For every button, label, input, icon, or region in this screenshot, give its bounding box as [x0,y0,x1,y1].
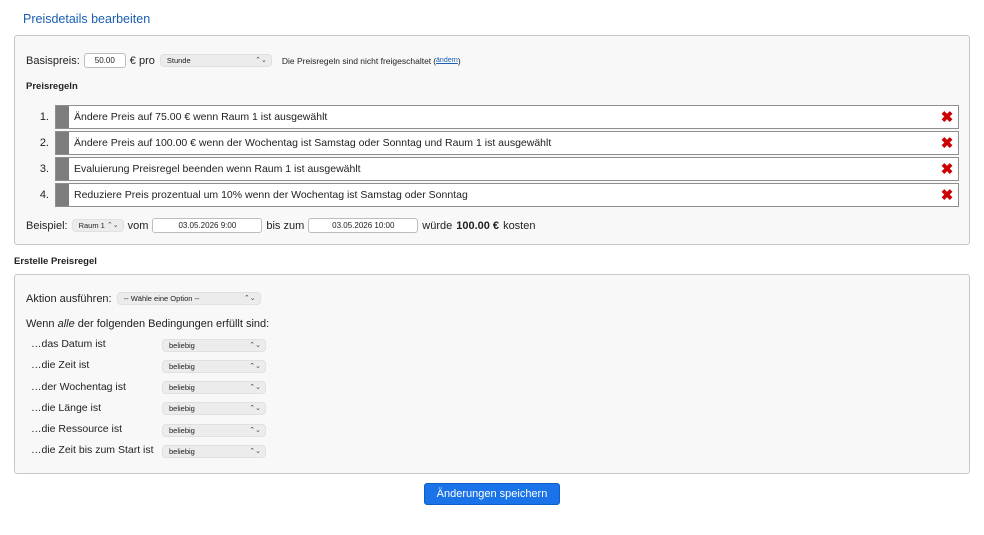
example-resource-select[interactable]: Raum 1 ⌃⌄ [71,219,124,232]
from-label: vom [127,219,149,232]
chevron-up-down-icon: ⌃⌄ [249,342,261,349]
condition-select-resource[interactable]: beliebig ⌃⌄ [162,424,266,437]
from-datetime-input[interactable]: 03.05.2026 9:00 [152,218,263,233]
rule-text: Ändere Preis auf 100.00 € wenn der Woche… [74,137,552,149]
period-select-value: Stunde [166,56,191,65]
base-price-label: Basispreis: [26,54,80,67]
example-resource-value: Raum 1 [78,221,105,230]
chevron-up-down-icon: ⌃⌄ [243,295,256,302]
rule-number: 4. [39,189,49,201]
rule-item[interactable]: Ändere Preis auf 100.00 € wenn der Woche… [55,131,959,155]
delete-rule-icon[interactable]: ✖ [936,158,958,180]
rule-item[interactable]: Ändere Preis auf 75.00 € wenn Raum 1 ist… [55,105,959,129]
rule-text: Ändere Preis auf 75.00 € wenn Raum 1 ist… [74,111,328,123]
condition-label-date: …das Datum ist [31,338,106,350]
change-rules-link[interactable]: ändern [436,57,458,64]
chevron-up-down-icon: ⌃⌄ [249,448,261,455]
example-row: Beispiel: Raum 1 ⌃⌄ vom 03.05.2026 9:00 … [26,218,535,233]
action-select[interactable]: -- Wähle eine Option -- ⌃⌄ [116,292,261,305]
rule-text: Reduziere Preis prozentual um 10% wenn d… [74,189,468,201]
condition-select-weekday[interactable]: beliebig ⌃⌄ [162,381,266,394]
chevron-up-down-icon: ⌃⌄ [249,405,261,412]
drag-handle-icon[interactable] [56,132,69,154]
condition-select-date[interactable]: beliebig ⌃⌄ [162,339,266,352]
rule-number: 2. [39,137,49,149]
rules-status-text: Die Preisregeln sind nicht freigeschalte… [281,55,432,66]
period-select[interactable]: Stunde ⌃⌄ [159,54,272,67]
base-price-unit: € pro [129,54,155,67]
to-label: bis zum [266,219,305,232]
result-suffix: kosten [503,219,536,232]
rules-section-title: Preisregeln [26,81,78,92]
condition-label-weekday: …der Wochentag ist [31,381,126,393]
chevron-up-down-icon: ⌃⌄ [106,222,119,229]
action-row: Aktion ausführen: -- Wähle eine Option -… [26,292,261,305]
save-changes-button[interactable]: Änderungen speichern [424,483,560,505]
drag-handle-icon[interactable] [56,184,69,206]
rule-number: 3. [39,163,49,175]
base-price-input[interactable]: 50.00 [83,53,126,68]
result-amount: 100.00 € [456,219,500,232]
chevron-up-down-icon: ⌃⌄ [249,427,261,434]
create-rule-panel: Aktion ausführen: -- Wähle eine Option -… [14,274,970,474]
chevron-up-down-icon: ⌃⌄ [249,384,261,391]
chevron-up-down-icon: ⌃⌄ [249,363,261,370]
result-prefix: würde [422,219,453,232]
rule-number: 1. [39,111,49,123]
action-select-value: -- Wähle eine Option -- [123,294,200,303]
condition-select-time-to-start[interactable]: beliebig ⌃⌄ [162,445,266,458]
condition-label-length: …die Länge ist [31,402,102,414]
action-label: Aktion ausführen: [26,292,112,305]
condition-label-time: …die Zeit ist [31,359,90,371]
base-price-row: Basispreis: 50.00 € pro Stunde ⌃⌄ Die Pr… [26,53,461,68]
condition-select-time[interactable]: beliebig ⌃⌄ [162,360,266,373]
condition-select-length[interactable]: beliebig ⌃⌄ [162,402,266,415]
delete-rule-icon[interactable]: ✖ [936,184,958,206]
price-rules-panel: Basispreis: 50.00 € pro Stunde ⌃⌄ Die Pr… [14,35,970,245]
delete-rule-icon[interactable]: ✖ [936,106,958,128]
rule-item[interactable]: Evaluierung Preisregel beenden wenn Raum… [55,157,959,181]
condition-label-resource: …die Ressource ist [31,423,123,435]
drag-handle-icon[interactable] [56,106,69,128]
rule-item[interactable]: Reduziere Preis prozentual um 10% wenn d… [55,183,959,207]
page-title: Preisdetails bearbeiten [23,12,151,26]
delete-rule-icon[interactable]: ✖ [936,132,958,154]
conditions-intro: Wenn alle der folgenden Bedingungen erfü… [26,318,270,330]
rule-text: Evaluierung Preisregel beenden wenn Raum… [74,163,361,175]
chevron-up-down-icon: ⌃⌄ [255,57,267,64]
condition-label-time-to-start: …die Zeit bis zum Start ist [31,444,154,456]
create-section-title: Erstelle Preisregel [14,256,97,267]
to-datetime-input[interactable]: 03.05.2026 10:00 [308,218,419,233]
drag-handle-icon[interactable] [56,158,69,180]
example-label: Beispiel: [26,219,68,232]
